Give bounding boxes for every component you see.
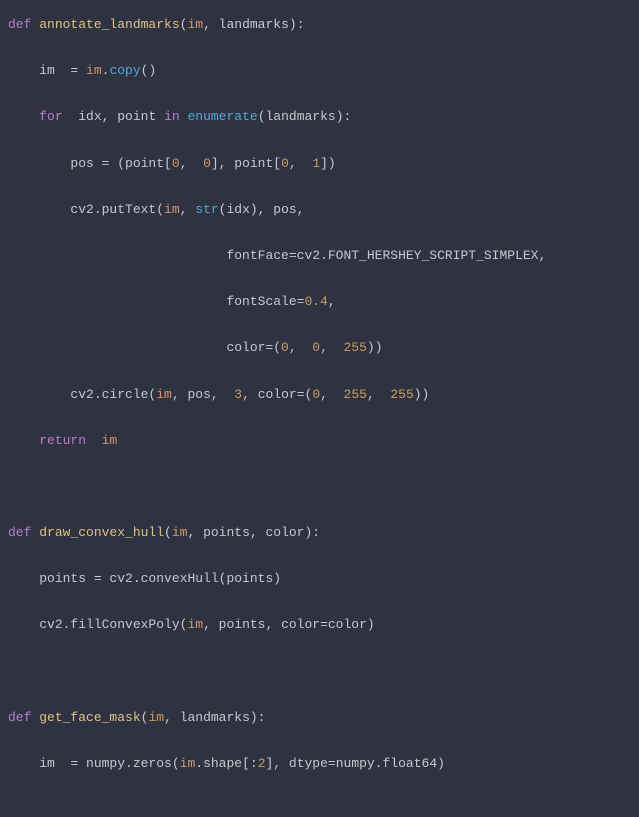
token-punct: , points, color=color) [203, 617, 375, 632]
token-punct: cv2.putText( [70, 202, 164, 217]
token-kw: in [164, 109, 187, 124]
token-num: 0 [312, 340, 320, 355]
token-kw: for [39, 109, 78, 124]
token-punct: , pos, [172, 387, 234, 402]
code-line: def annotate_landmarks(im, landmarks): [8, 16, 631, 34]
token-num: 255 [343, 340, 366, 355]
token-punct: fontFace=cv2.FONT_HERSHEY_SCRIPT_SIMPLEX… [226, 248, 546, 263]
token-num: 255 [344, 387, 367, 402]
token-call: str [195, 202, 218, 217]
token-fn: get_face_mask [39, 710, 140, 725]
token-punct: , landmarks): [203, 17, 304, 32]
token-punct: cv2.circle( [70, 387, 156, 402]
code-line: def draw_convex_hull(im, points, color): [8, 524, 631, 542]
token-punct: () [141, 63, 157, 78]
token-num: 0 [312, 387, 320, 402]
token-punct: , [328, 294, 336, 309]
token-punct: cv2.fillConvexPoly( [39, 617, 187, 632]
token-punct: , [180, 202, 196, 217]
code-line: cv2.circle(im, pos, 3, color=(0, 255, 25… [8, 386, 631, 404]
token-param: im [172, 525, 188, 540]
token-punct: , [289, 156, 312, 171]
token-punct: ], point[ [211, 156, 281, 171]
token-param: im [102, 433, 118, 448]
token-punct: color=( [226, 340, 281, 355]
token-param: im [187, 617, 203, 632]
token-punct: )) [414, 387, 430, 402]
token-punct: , [367, 387, 390, 402]
code-line: return im [8, 432, 631, 450]
token-punct: points = cv2.convexHull(points) [39, 571, 281, 586]
token-punct: , landmarks): [164, 710, 265, 725]
token-punct: , color=( [242, 387, 312, 402]
token-fn: annotate_landmarks [39, 17, 179, 32]
code-block: def annotate_landmarks(im, landmarks): i… [8, 16, 631, 773]
token-punct: , [320, 340, 343, 355]
code-line: points = cv2.convexHull(points) [8, 570, 631, 588]
code-line: cv2.putText(im, str(idx), pos, [8, 201, 631, 219]
token-param: im [86, 63, 102, 78]
token-punct: , [289, 340, 312, 355]
token-punct: im = [39, 63, 86, 78]
token-param: im [148, 710, 164, 725]
code-line: im = im.copy() [8, 62, 631, 80]
token-punct: )) [367, 340, 383, 355]
code-line: cv2.fillConvexPoly(im, points, color=col… [8, 616, 631, 634]
token-num: 0 [172, 156, 180, 171]
code-line: im = numpy.zeros(im.shape[:2], dtype=num… [8, 755, 631, 773]
token-num: 255 [390, 387, 413, 402]
token-kw: def [8, 710, 39, 725]
code-line [8, 663, 631, 681]
token-num: 3 [234, 387, 242, 402]
token-num: 0 [281, 156, 289, 171]
token-num: 1 [312, 156, 320, 171]
token-punct: ]) [320, 156, 336, 171]
token-num: 0 [203, 156, 211, 171]
token-punct: fontScale= [226, 294, 304, 309]
token-kw: def [8, 525, 39, 540]
token-call: enumerate [187, 109, 257, 124]
token-punct: , [180, 156, 203, 171]
token-param: im [180, 756, 196, 771]
token-punct: ], dtype=numpy.float64) [266, 756, 445, 771]
code-line: color=(0, 0, 255)) [8, 339, 631, 357]
token-param: im [164, 202, 180, 217]
token-punct: , points, color): [187, 525, 320, 540]
token-punct: (landmarks): [258, 109, 352, 124]
code-line: for idx, point in enumerate(landmarks): [8, 108, 631, 126]
code-line: def get_face_mask(im, landmarks): [8, 709, 631, 727]
token-punct: (idx), pos, [219, 202, 305, 217]
token-punct: im = numpy.zeros( [39, 756, 179, 771]
token-param: im [187, 17, 203, 32]
token-punct: idx, point [78, 109, 164, 124]
code-line: pos = (point[0, 0], point[0, 1]) [8, 155, 631, 173]
token-param: im [156, 387, 172, 402]
code-line [8, 478, 631, 496]
token-punct: .shape[: [195, 756, 257, 771]
token-punct: , [320, 387, 343, 402]
token-punct: ( [164, 525, 172, 540]
token-call: copy [109, 63, 140, 78]
code-line: fontScale=0.4, [8, 293, 631, 311]
token-punct: pos = (point[ [70, 156, 171, 171]
token-kw: def [8, 17, 39, 32]
code-line: fontFace=cv2.FONT_HERSHEY_SCRIPT_SIMPLEX… [8, 247, 631, 265]
token-num: 0.4 [304, 294, 327, 309]
token-fn: draw_convex_hull [39, 525, 164, 540]
token-num: 0 [281, 340, 289, 355]
token-num: 2 [258, 756, 266, 771]
token-kw: return [39, 433, 101, 448]
